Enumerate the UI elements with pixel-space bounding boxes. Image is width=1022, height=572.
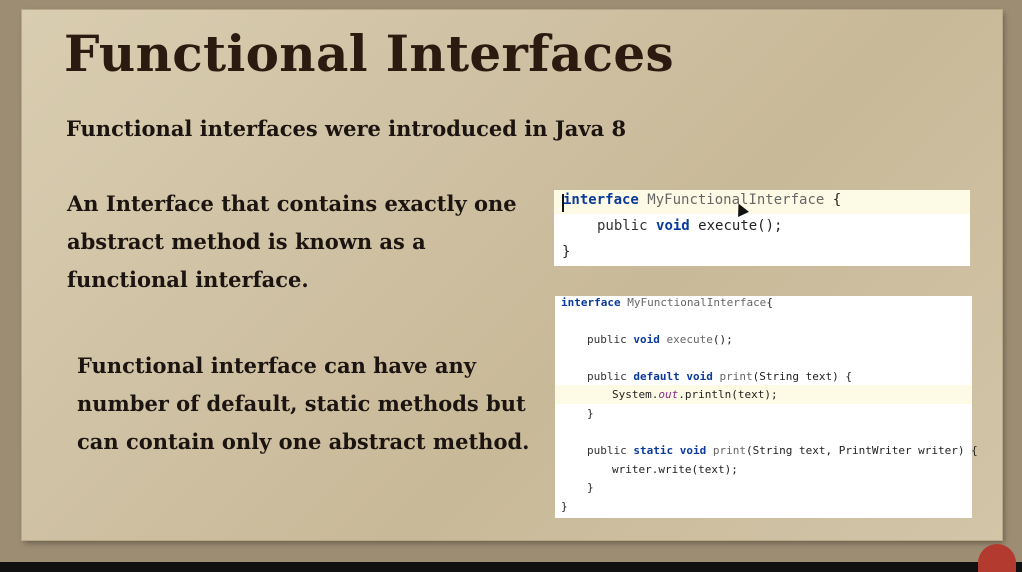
code-line: System.out.println(text); — [612, 388, 778, 401]
keyword: void — [656, 218, 690, 234]
method-name: print — [719, 370, 753, 383]
brace: { — [766, 296, 773, 309]
code-text: .println(text); — [678, 388, 778, 401]
keyword: public — [587, 370, 627, 383]
brace: { — [824, 192, 842, 208]
keyword: void — [679, 444, 707, 457]
keyword: interface — [561, 296, 621, 309]
code-line: interface MyFunctionalInterface{ — [561, 296, 773, 309]
keyword: default — [633, 370, 680, 383]
code-line: interface MyFunctionalInterface { — [563, 192, 841, 208]
video-bottom-bar — [0, 562, 1022, 572]
parameters: (String text) { — [752, 370, 852, 383]
brace: } — [587, 407, 594, 420]
keyword: public — [587, 333, 627, 346]
code-snippet-basic: interface MyFunctionalInterface { public… — [554, 190, 970, 266]
keyword: public — [587, 444, 627, 457]
code-text: writer.write(text); — [612, 463, 738, 476]
interface-name: MyFunctionalInterface — [627, 296, 767, 309]
code-text: System. — [612, 388, 659, 401]
keyword: static — [633, 444, 674, 457]
code-snippet-full: interface MyFunctionalInterface{ public … — [555, 296, 978, 518]
rules-paragraph: Functional interface can have any number… — [77, 353, 530, 454]
method-signature: execute(); — [698, 218, 783, 234]
brace: } — [561, 500, 568, 513]
code-line: } — [562, 244, 570, 260]
keyword: interface — [563, 192, 639, 208]
code-line: writer.write(text); — [612, 463, 738, 476]
code-line: } — [587, 407, 594, 420]
code-line: } — [561, 500, 568, 513]
keyword: void — [633, 333, 660, 346]
parameters: (String text, PrintWriter writer) { — [746, 444, 978, 457]
code-line: public void execute(); — [587, 333, 733, 346]
keyword: void — [686, 370, 713, 383]
field-name: out — [658, 388, 679, 401]
method-name: execute — [666, 333, 713, 346]
code-line: } — [587, 481, 594, 494]
punctuation: (); — [712, 333, 733, 346]
definition-paragraph: An Interface that contains exactly one a… — [67, 191, 517, 292]
brace: } — [587, 481, 594, 494]
brace: } — [562, 244, 571, 260]
code-line: public static void print(String text, Pr… — [587, 444, 978, 457]
slide-title: Functional Interfaces — [64, 24, 674, 83]
method-name: print — [712, 444, 746, 457]
code-line: public void execute(); — [597, 218, 782, 234]
keyword: public — [597, 218, 648, 234]
slide-subtitle: Functional interfaces were introduced in… — [66, 116, 627, 141]
code-line: public default void print(String text) { — [587, 370, 852, 383]
